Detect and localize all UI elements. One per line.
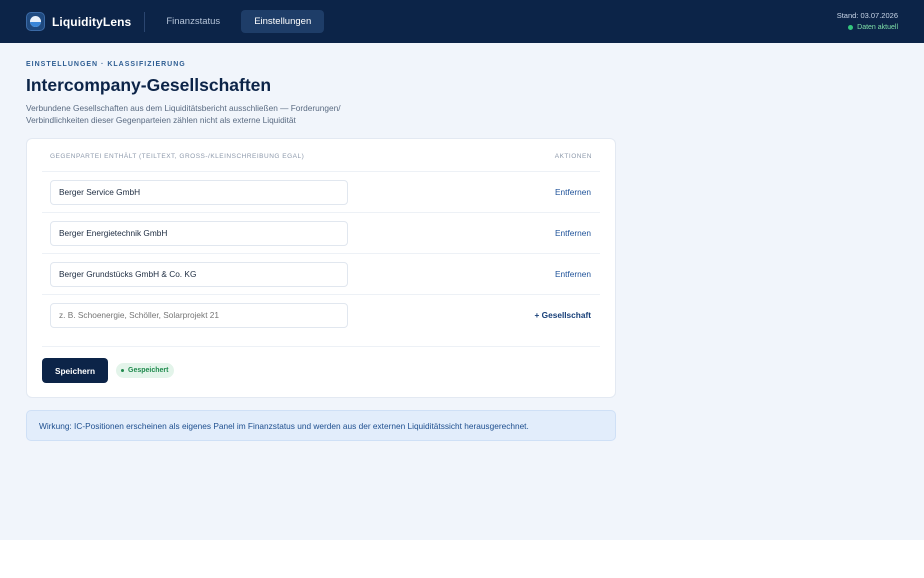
brand[interactable]: LiquidityLens bbox=[26, 12, 131, 31]
page-title: Intercompany-Gesellschaften bbox=[26, 75, 272, 95]
status-live: Daten aktuell bbox=[837, 24, 898, 31]
remove-button[interactable]: Entfernen bbox=[555, 269, 591, 279]
new-counterparty-input[interactable] bbox=[50, 302, 348, 328]
nav-item-finanzstatus[interactable]: Finanzstatus bbox=[153, 10, 233, 33]
data-status: Stand: 03.07.2026 Daten aktuell bbox=[837, 11, 898, 31]
remove-button[interactable]: Entfernen bbox=[555, 187, 591, 197]
table-row: Entfernen bbox=[42, 171, 600, 212]
status-live-label: Daten aktuell bbox=[857, 24, 898, 31]
counterparty-input[interactable] bbox=[50, 220, 348, 246]
table-row: Entfernen bbox=[42, 253, 600, 294]
app-name: LiquidityLens bbox=[52, 14, 132, 29]
save-button[interactable]: Speichern bbox=[42, 358, 108, 383]
counterparty-input[interactable] bbox=[50, 261, 348, 287]
status-date: Stand: 03.07.2026 bbox=[836, 11, 898, 20]
remove-button[interactable]: Entfernen bbox=[555, 228, 591, 238]
column-header-counterparty: GEGENPARTEI ENTHÄLT (TEILTEXT, GROSS-/KL… bbox=[50, 153, 305, 160]
table-row: Entfernen bbox=[42, 212, 600, 253]
add-company-button[interactable]: + Gesellschaft bbox=[535, 310, 592, 320]
nav-divider bbox=[144, 11, 146, 32]
logo-icon bbox=[26, 12, 45, 31]
saved-status-label: Gespeichert bbox=[128, 367, 169, 374]
new-row: + Gesellschaft bbox=[42, 294, 600, 335]
live-dot-icon bbox=[848, 25, 854, 30]
saved-dot-icon bbox=[121, 369, 124, 372]
page-subtitle: Verbundene Gesellschaften aus dem Liquid… bbox=[26, 103, 341, 125]
breadcrumb: EINSTELLUNGEN · KLASSIFIZIERUNG bbox=[26, 61, 186, 68]
main-content: EINSTELLUNGEN · KLASSIFIZIERUNG Intercom… bbox=[26, 61, 616, 441]
top-navigation-bar: LiquidityLens Finanzstatus Einstellungen… bbox=[0, 0, 924, 43]
column-header-actions: AKTIONEN bbox=[554, 153, 592, 160]
app-window: LiquidityLens Finanzstatus Einstellungen… bbox=[0, 0, 924, 540]
nav-item-einstellungen[interactable]: Einstellungen bbox=[241, 10, 325, 33]
intercompany-card: GEGENPARTEI ENTHÄLT (TEILTEXT, GROSS-/KL… bbox=[26, 138, 616, 398]
table-header: GEGENPARTEI ENTHÄLT (TEILTEXT, GROSS-/KL… bbox=[50, 153, 592, 160]
saved-status-badge: Gespeichert bbox=[116, 363, 175, 378]
divider bbox=[42, 346, 600, 347]
counterparty-input[interactable] bbox=[50, 179, 348, 205]
effect-notice: Wirkung: IC-Positionen erscheinen als ei… bbox=[26, 410, 616, 441]
